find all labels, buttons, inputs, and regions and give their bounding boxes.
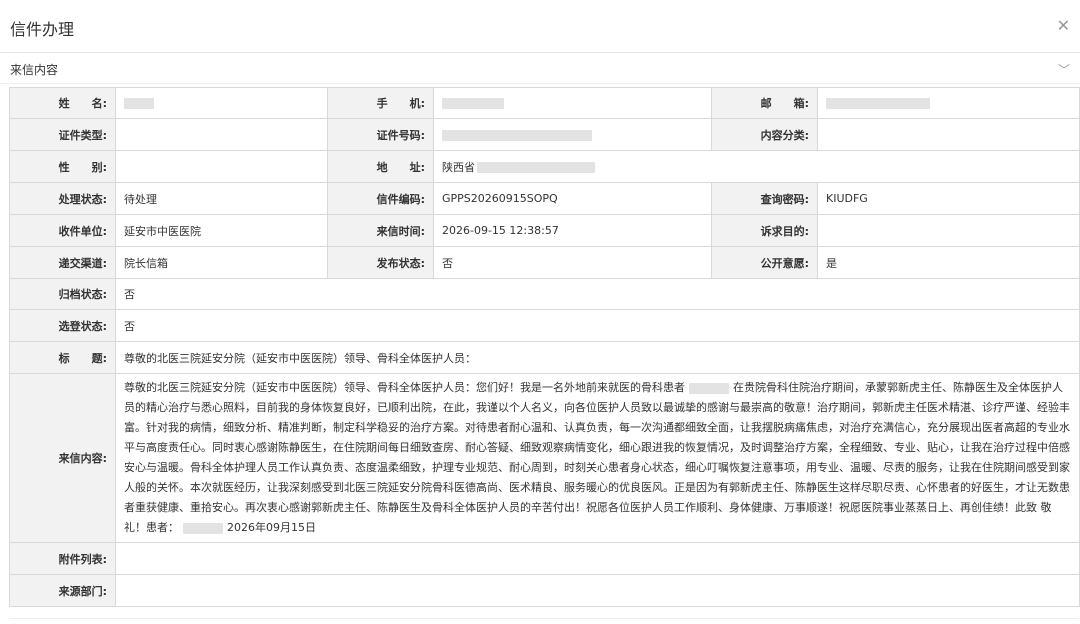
category-value	[817, 118, 1080, 151]
row-subject: 标 题: 尊敬的北医三院延安分院（延安市中医医院）领导、骨科全体医护人员：	[9, 341, 1080, 374]
content-label: 来信内容:	[9, 373, 116, 543]
redacted-email	[826, 98, 930, 109]
select-value: 否	[115, 309, 1080, 342]
row-id: 证件类型: 证件号码: 内容分类:	[9, 118, 1080, 151]
address-label: 地 址:	[327, 150, 434, 183]
publish-value: 否	[433, 246, 712, 279]
redacted-address	[477, 162, 595, 173]
attachment-value	[115, 542, 1080, 575]
email-value	[817, 87, 1080, 119]
select-label: 选登状态:	[9, 309, 116, 342]
publish-label: 发布状态:	[327, 246, 434, 279]
id-number-label: 证件号码:	[327, 118, 434, 151]
letter-info-table: 姓 名: 手 机: 邮 箱: 证件类型: 证件号码: 内容分类: 性 别: 地 …	[9, 87, 1080, 607]
section-title: 来信内容	[10, 63, 59, 77]
row-content: 来信内容: 尊敬的北医三院延安分院（延安市中医医院）领导、骨科全体医护人员：您们…	[9, 373, 1080, 543]
status-value: 待处理	[115, 182, 328, 215]
code-label: 信件编码:	[327, 182, 434, 215]
chevron-down-icon[interactable]: ﹀	[1058, 61, 1070, 78]
category-label: 内容分类:	[711, 118, 818, 151]
redacted-phone	[442, 98, 504, 109]
status-label: 处理状态:	[9, 182, 116, 215]
time-label: 来信时间:	[327, 214, 434, 247]
address-text: 陕西省	[442, 160, 475, 174]
letter-body: 尊敬的北医三院延安分院（延安市中医医院）领导、骨科全体医护人员：您们好！我是一名…	[124, 374, 1071, 542]
public-value: 是	[817, 246, 1080, 279]
name-value	[115, 87, 328, 119]
channel-label: 递交渠道:	[9, 246, 116, 279]
letter-body-part2: 在贵院骨科住院治疗期间，承蒙郭新虎主任、陈静医生及全体医护人员的精心治疗与悉心照…	[124, 381, 1070, 534]
email-label: 邮 箱:	[711, 87, 818, 119]
row-source: 来源部门:	[9, 574, 1080, 607]
footer-divider	[9, 618, 1079, 619]
section-letter-content[interactable]: 来信内容 ﹀	[0, 53, 1080, 83]
id-type-label: 证件类型:	[9, 118, 116, 151]
row-select: 选登状态: 否	[9, 309, 1080, 342]
archive-label: 归档状态:	[9, 278, 116, 310]
letter-date: 2026年09月15日	[227, 521, 316, 534]
row-receiver: 收件单位: 延安市中医医院 来信时间: 2026-09-15 12:38:57 …	[9, 214, 1080, 247]
redacted-id-number	[442, 129, 592, 141]
gender-label: 性 别:	[9, 150, 116, 183]
address-value: 陕西省	[433, 150, 1080, 183]
query-pwd-value: KIUDFG	[817, 182, 1080, 215]
content-value: 尊敬的北医三院延安分院（延安市中医医院）领导、骨科全体医护人员：您们好！我是一名…	[115, 373, 1080, 543]
time-value: 2026-09-15 12:38:57	[433, 214, 712, 247]
id-type-value	[115, 118, 328, 151]
dialog-title: 信件办理	[10, 20, 75, 39]
letter-body-part1: 尊敬的北医三院延安分院（延安市中医医院）领导、骨科全体医护人员：您们好！我是一名…	[124, 381, 685, 394]
query-pwd-label: 查询密码:	[711, 182, 818, 215]
redacted-name	[124, 98, 154, 109]
row-gender-address: 性 别: 地 址: 陕西省	[9, 150, 1080, 183]
public-label: 公开意愿:	[711, 246, 818, 279]
source-value	[115, 574, 1080, 607]
phone-label: 手 机:	[327, 87, 434, 119]
receiver-value: 延安市中医医院	[115, 214, 328, 247]
archive-value: 否	[115, 278, 1080, 310]
row-name: 姓 名: 手 机: 邮 箱:	[9, 87, 1080, 119]
row-archive: 归档状态: 否	[9, 278, 1080, 310]
channel-value: 院长信箱	[115, 246, 328, 279]
close-icon[interactable]: ✕	[1057, 16, 1070, 35]
subject-label: 标 题:	[9, 341, 116, 374]
section-divider	[0, 83, 1080, 84]
dialog-header: 信件办理 ✕	[0, 0, 1080, 52]
phone-value	[433, 87, 712, 119]
name-label: 姓 名:	[9, 87, 116, 119]
purpose-label: 诉求目的:	[711, 214, 818, 247]
source-label: 来源部门:	[9, 574, 116, 607]
purpose-value	[817, 214, 1080, 247]
row-channel: 递交渠道: 院长信箱 发布状态: 否 公开意愿: 是	[9, 246, 1080, 279]
redacted-patient-name	[689, 382, 729, 394]
subject-value: 尊敬的北医三院延安分院（延安市中医医院）领导、骨科全体医护人员：	[115, 341, 1080, 374]
row-status: 处理状态: 待处理 信件编码: GPPS20260915SOPQ 查询密码: K…	[9, 182, 1080, 215]
gender-value	[115, 150, 328, 183]
id-number-value	[433, 118, 712, 151]
redacted-signature	[183, 522, 223, 534]
attachment-label: 附件列表:	[9, 542, 116, 575]
code-value: GPPS20260915SOPQ	[433, 182, 712, 215]
receiver-label: 收件单位:	[9, 214, 116, 247]
row-attachment: 附件列表:	[9, 542, 1080, 575]
